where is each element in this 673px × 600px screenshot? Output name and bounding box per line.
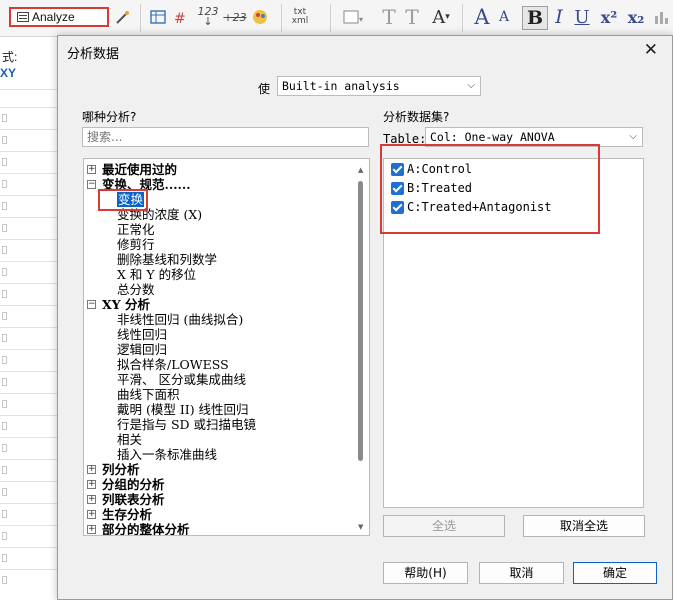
analyze-button[interactable]: Analyze (9, 7, 109, 27)
tree-item-xy-group[interactable]: XY 分析 (102, 297, 150, 312)
table-select[interactable]: Col: One-way ANOVA ⌵ (425, 127, 643, 147)
table-grid-icon[interactable] (147, 6, 169, 28)
search-input[interactable] (82, 127, 369, 147)
worksheet-area (0, 37, 60, 600)
font-size-decrease-icon[interactable]: A (495, 6, 513, 28)
dataset-label: A:Control (407, 162, 473, 176)
dataset-item[interactable]: B:Treated (391, 180, 472, 196)
svg-text:▾: ▾ (359, 15, 363, 24)
tree-item-grouped-group[interactable]: 分组的分析 (102, 477, 165, 492)
tree-item-parts-group[interactable]: 部分的整体分析 (102, 522, 190, 535)
underline-icon[interactable]: U (572, 6, 592, 28)
expand-icon[interactable]: + (87, 495, 96, 504)
xy-label: XY (0, 66, 17, 80)
scroll-down-icon[interactable]: ▼ (358, 523, 363, 531)
hash-icon[interactable]: # (171, 6, 193, 28)
text-menu-icon[interactable]: A ▾ (425, 6, 457, 28)
analysis-source-select[interactable]: Built-in analysis ⌵ (277, 76, 481, 96)
svg-text:#: # (174, 11, 186, 27)
tree-item[interactable]: 非线性回归 (曲线拟合) (117, 312, 243, 327)
color-palette-icon[interactable] (249, 6, 273, 28)
chevron-down-icon: ⌵ (467, 80, 475, 91)
tree-item[interactable]: 正常化 (117, 222, 155, 237)
tree-item[interactable]: 平滑、 区分或集成曲线 (117, 372, 246, 387)
tree-item[interactable]: X 和 Y 的移位 (117, 267, 196, 282)
font-size-increase-icon[interactable]: A (471, 5, 493, 29)
dataset-item[interactable]: A:Control (391, 161, 472, 177)
help-button[interactable]: 帮助(H) (383, 562, 468, 584)
sort-numbers-icon[interactable]: 123 ↓ (196, 6, 220, 28)
italic-icon[interactable]: I (549, 6, 569, 28)
expand-icon[interactable]: + (87, 165, 96, 174)
list-icon (17, 12, 29, 22)
ok-button[interactable]: 确定 (573, 562, 657, 584)
checkbox-checked-icon[interactable] (391, 181, 404, 195)
tree-item-column-group[interactable]: 列分析 (102, 462, 140, 477)
analysis-tree[interactable]: + 最近使用过的 − 变换、规范...... 变换 变换的浓度 (X) 正常化 … (83, 158, 370, 536)
expand-icon[interactable]: + (87, 480, 96, 489)
bold-icon[interactable]: B (522, 6, 548, 30)
tree-item-recent[interactable]: 最近使用过的 (102, 162, 177, 177)
tree-scrollbar[interactable] (358, 181, 363, 461)
dataset-label: B:Treated (407, 181, 473, 195)
tree-item-transform[interactable]: 变换 (117, 192, 145, 207)
table-select-value: Col: One-way ANOVA (430, 130, 555, 144)
checkbox-checked-icon[interactable] (391, 162, 404, 176)
tree-item[interactable]: 总分数 (117, 282, 155, 297)
dialog-title: 分析数据 (67, 47, 120, 62)
collapse-icon[interactable]: − (87, 180, 96, 189)
expand-icon[interactable]: + (87, 525, 96, 534)
chevron-down-icon: ⌵ (629, 131, 637, 142)
close-icon[interactable]: ✕ (644, 40, 658, 60)
deselect-all-button[interactable]: 取消全选 (523, 515, 645, 537)
tree-item-transform-label: 变换 (117, 192, 145, 207)
tree-item[interactable]: 变换的浓度 (X) (117, 207, 202, 222)
tree-item[interactable]: 线性回归 (117, 327, 167, 342)
tree-item-transform-group[interactable]: 变换、规范...... (102, 177, 191, 192)
shape-box-icon[interactable]: ▾ (340, 6, 366, 28)
which-analysis-label: 哪种分析? (82, 110, 137, 124)
analyze-data-dialog: 分析数据 ✕ 使 Built-in analysis ⌵ 哪种分析? + 最近使… (57, 35, 673, 600)
dataset-label: C:Treated+Antagonist (407, 200, 552, 214)
cancel-button[interactable]: 取消 (479, 562, 564, 584)
tree-item[interactable]: 行是指与 SD 或扫描电镜 (117, 417, 256, 432)
subscript-icon[interactable]: x₂ (624, 6, 648, 28)
tree-item[interactable]: 逻辑回归 (117, 342, 167, 357)
dataset-item[interactable]: C:Treated+Antagonist (391, 199, 552, 215)
tree-item[interactable]: 插入一条标准曲线 (117, 447, 217, 462)
txt-xml-icon[interactable]: txt xml (289, 6, 311, 28)
number-format-icon[interactable]: +23 (222, 6, 248, 28)
table-label: Table: (383, 132, 427, 146)
analyze-label: Analyze (32, 10, 75, 24)
tree-item[interactable]: 曲线下面积 (117, 387, 180, 402)
magic-wand-icon[interactable] (112, 6, 134, 28)
tree-item[interactable]: 删除基线和列数学 (117, 252, 217, 267)
tree-item-survival-group[interactable]: 生存分析 (102, 507, 152, 522)
app-toolbar: Analyze # 123 ↓ +23 txt xml ▾ T T A ▾ A A… (0, 0, 673, 37)
scroll-up-icon[interactable]: ▲ (358, 166, 363, 174)
text-t-icon[interactable]: T (380, 5, 398, 29)
tree-item[interactable]: 拟合样条/LOWESS (117, 357, 229, 372)
tree-item-contingency-group[interactable]: 列联表分析 (102, 492, 165, 507)
analysis-source-value: Built-in analysis (282, 79, 400, 93)
datasets-label: 分析数据集? (383, 110, 450, 124)
expand-icon[interactable]: + (87, 510, 96, 519)
datasets-list: A:Control B:Treated C:Treated+Antagonist (383, 158, 644, 508)
tree-item[interactable]: 戴明 (模型 II) 线性回归 (117, 402, 249, 417)
use-label: 使 (258, 82, 271, 96)
superscript-icon[interactable]: x² (597, 6, 621, 28)
format-label: 式: (2, 50, 18, 64)
tree-item[interactable]: 修剪行 (117, 237, 155, 252)
text-t-outline-icon[interactable]: T (403, 5, 421, 29)
checkbox-checked-icon[interactable] (391, 200, 404, 214)
chart-bars-icon[interactable] (652, 6, 670, 28)
collapse-icon[interactable]: − (87, 300, 96, 309)
select-all-button[interactable]: 全选 (383, 515, 505, 537)
expand-icon[interactable]: + (87, 465, 96, 474)
tree-item[interactable]: 相关 (117, 432, 142, 447)
